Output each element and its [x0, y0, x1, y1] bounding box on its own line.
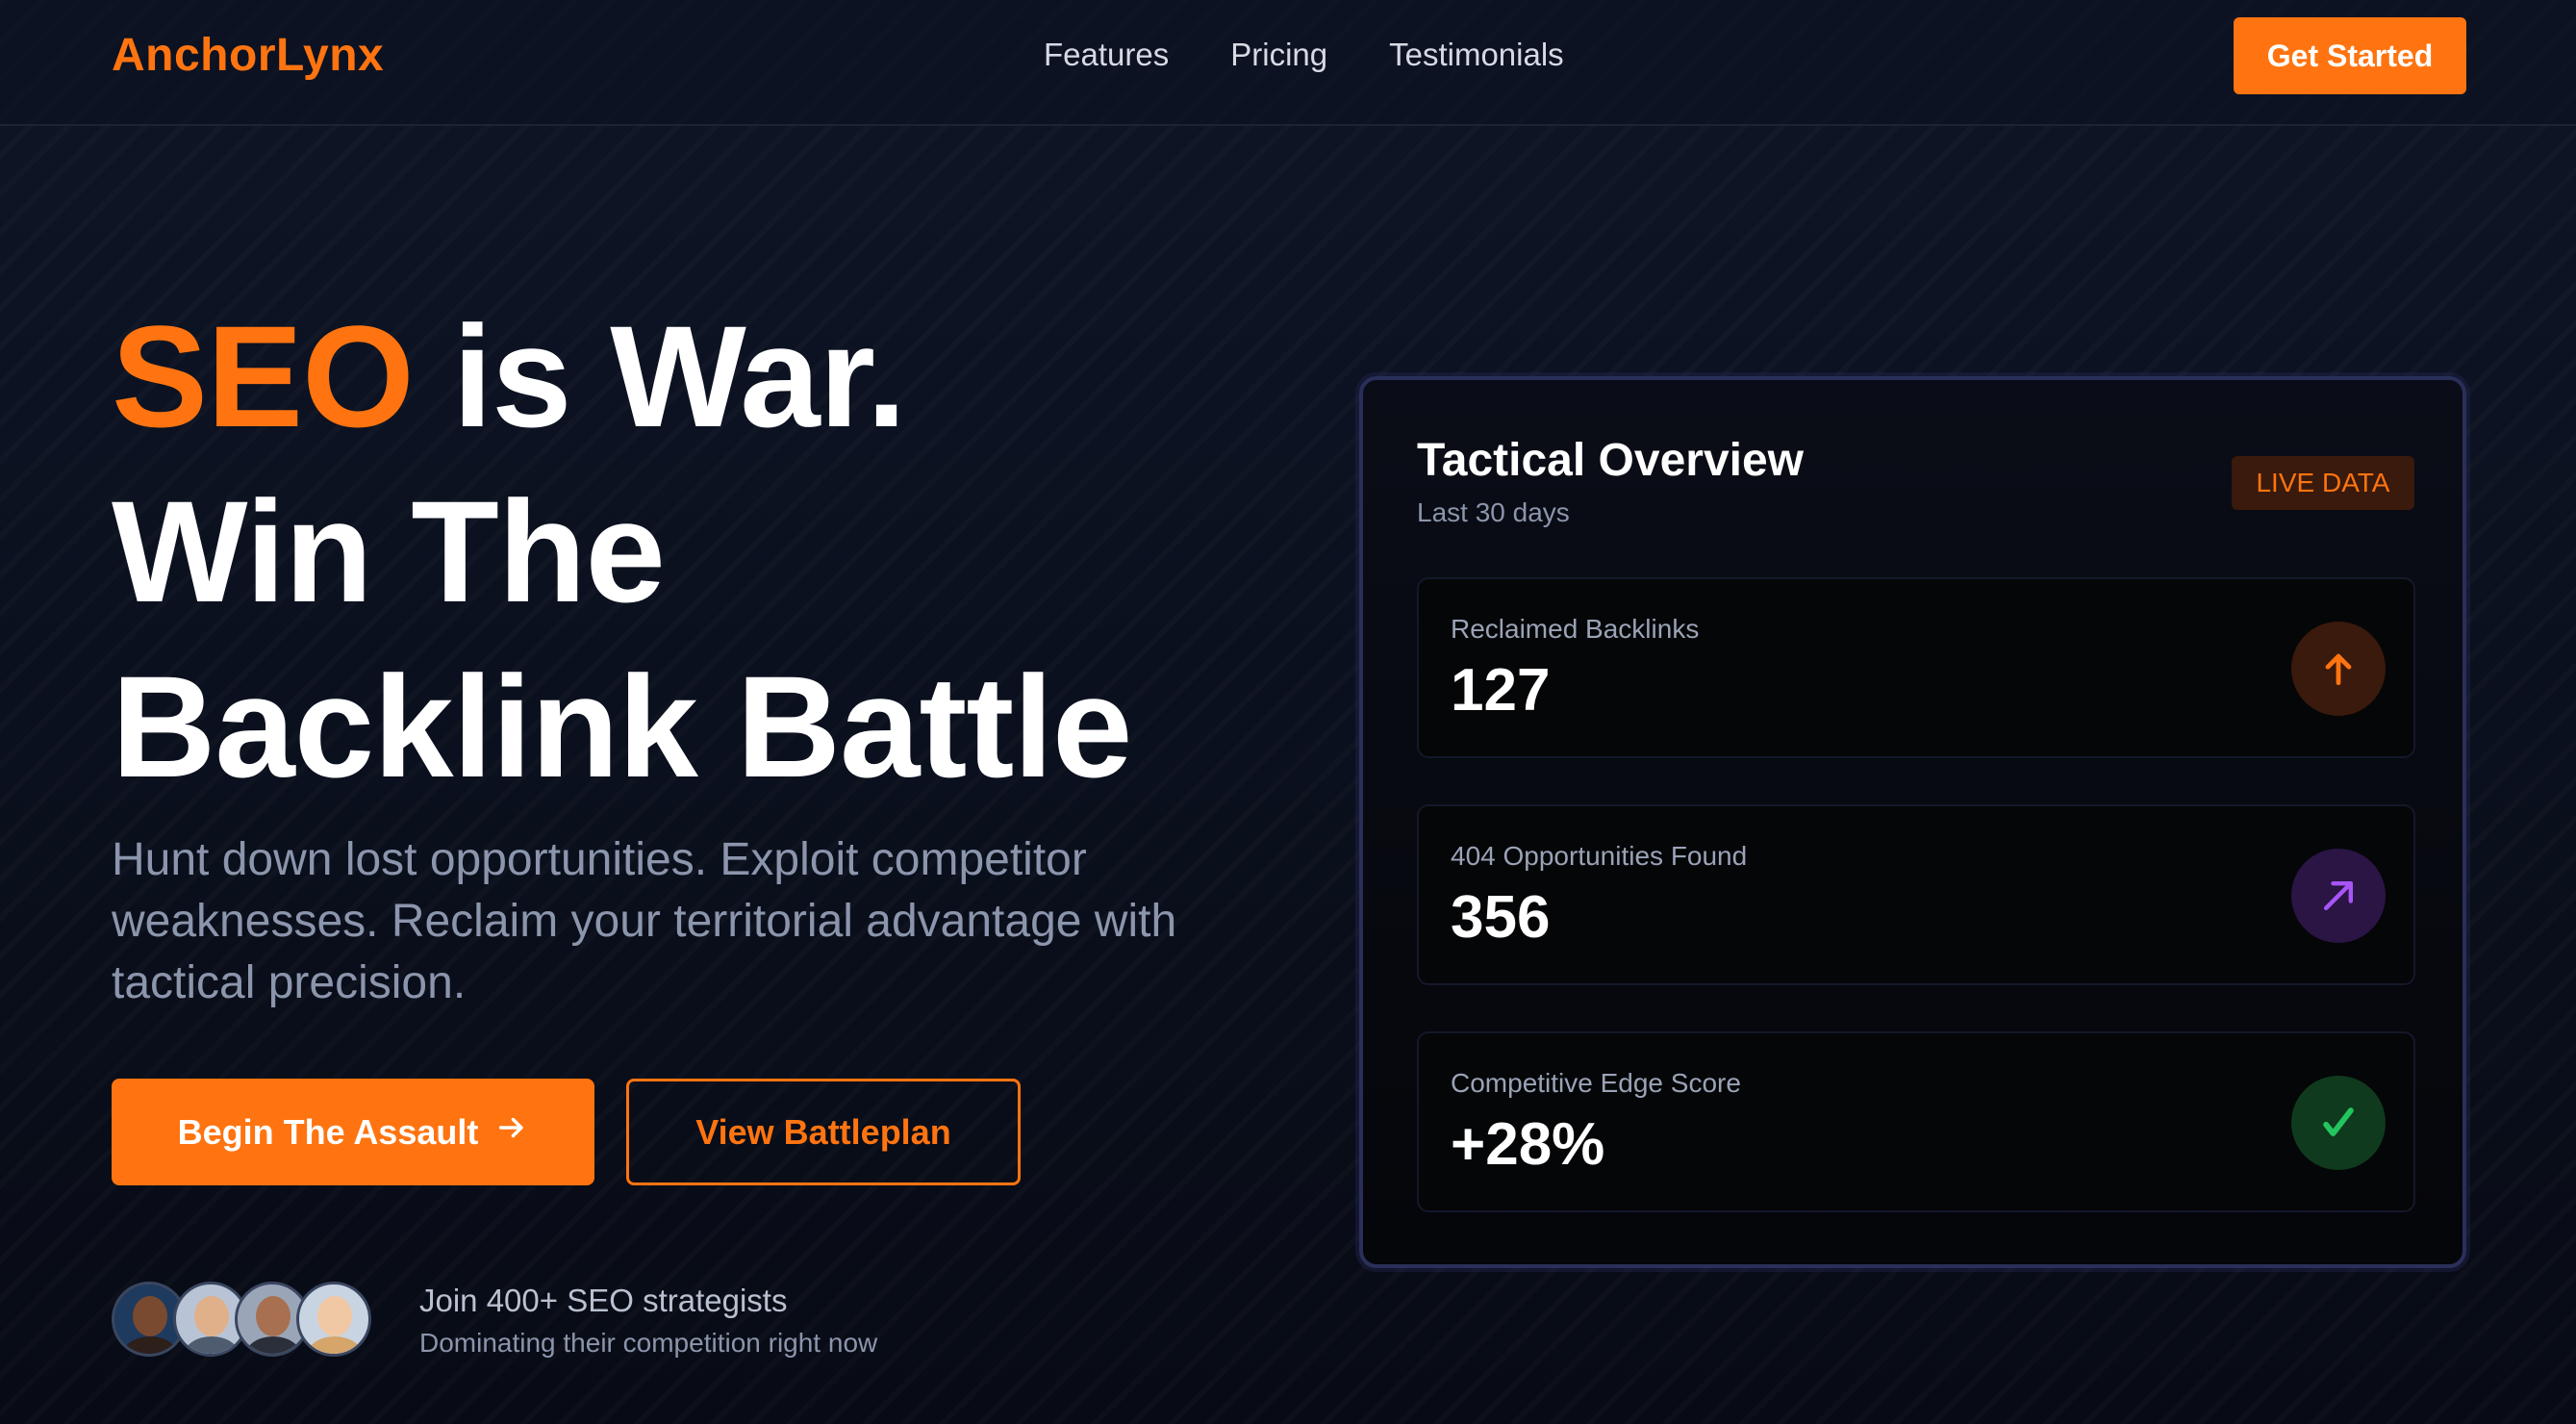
arrow-diagonal-icon — [2291, 849, 2386, 943]
headline-line2: Win The — [112, 470, 666, 632]
arrow-up-icon — [2291, 622, 2386, 716]
view-battleplan-button[interactable]: View Battleplan — [626, 1079, 1021, 1185]
metric-competitive-edge: Competitive Edge Score +28% — [1417, 1031, 2415, 1212]
nav-links: Features Pricing Testimonials — [1044, 37, 1564, 73]
headline-line3: Backlink Battle — [112, 646, 1132, 807]
begin-assault-button[interactable]: Begin The Assault — [112, 1079, 594, 1185]
metric-label: 404 Opportunities Found — [1451, 841, 1748, 871]
live-data-badge: LIVE DATA — [2232, 456, 2414, 510]
social-proof-subtitle: Dominating their competition right now — [419, 1328, 878, 1358]
metric-404-opportunities: 404 Opportunities Found 356 — [1417, 804, 2415, 985]
nav-link-testimonials[interactable]: Testimonials — [1389, 37, 1564, 73]
headline-accent: SEO — [112, 295, 415, 457]
avatar-stack — [112, 1282, 381, 1359]
social-proof-title: Join 400+ SEO strategists — [419, 1283, 788, 1318]
metric-value: 356 — [1451, 884, 1551, 951]
avatar — [296, 1282, 371, 1357]
metric-label: Competitive Edge Score — [1451, 1068, 1741, 1098]
check-icon — [2291, 1076, 2386, 1170]
metric-value: 127 — [1451, 657, 1551, 724]
hero-headline: SEO is War. Win The Backlink Battle — [112, 289, 1132, 814]
nav-link-features[interactable]: Features — [1044, 37, 1169, 73]
card-subtitle: Last 30 days — [1417, 497, 1570, 527]
begin-assault-label: Begin The Assault — [177, 1111, 479, 1152]
get-started-button[interactable]: Get Started — [2234, 17, 2466, 94]
nav-link-pricing[interactable]: Pricing — [1230, 37, 1327, 73]
metric-value: +28% — [1451, 1111, 1605, 1178]
card-title: Tactical Overview — [1417, 435, 1804, 486]
brand-logo[interactable]: AnchorLynx — [112, 29, 384, 82]
metric-reclaimed-backlinks: Reclaimed Backlinks 127 — [1417, 577, 2415, 758]
top-navigation: AnchorLynx Features Pricing Testimonials… — [0, 0, 2576, 126]
metric-label: Reclaimed Backlinks — [1451, 614, 1700, 644]
tactical-overview-card: Tactical Overview Last 30 days LIVE DATA… — [1359, 376, 2466, 1268]
headline-line1-rest: is War. — [413, 295, 906, 457]
arrow-right-icon — [495, 1111, 528, 1153]
hero-subheading: Hunt down lost opportunities. Exploit co… — [112, 834, 1177, 1008]
